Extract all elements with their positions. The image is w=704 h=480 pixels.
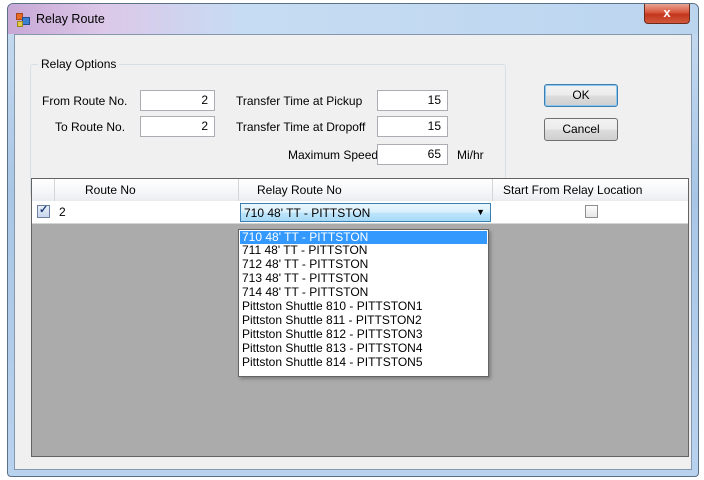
to-route-field[interactable]: 2 — [140, 116, 215, 137]
to-route-label: To Route No. — [55, 120, 126, 134]
app-icon[interactable] — [16, 13, 30, 27]
start-from-relay-checkbox[interactable] — [585, 205, 598, 218]
title-bar[interactable]: Relay Route x — [8, 4, 698, 34]
transfer-dropoff-label: Transfer Time at Dropoff — [236, 120, 366, 134]
chevron-down-icon[interactable]: ▼ — [476, 207, 485, 217]
max-speed-unit: Mi/hr — [457, 148, 484, 162]
max-speed-label: Maximum Speed — [288, 148, 379, 162]
dropdown-option-714[interactable]: 714 48' TT - PITTSTON — [240, 286, 487, 299]
checkmark-icon: ✓ — [39, 204, 49, 216]
window-title: Relay Route — [36, 12, 105, 26]
grid-header-start-from-relay[interactable]: Start From Relay Location — [493, 179, 688, 201]
dropdown-option-712[interactable]: 712 48' TT - PITTSTON — [240, 258, 487, 271]
grid-header: Route No Relay Route No Start From Relay… — [32, 179, 688, 202]
row-route-no[interactable]: 2 — [59, 205, 66, 219]
dropdown-option-711[interactable]: 711 48' TT - PITTSTON — [240, 244, 487, 257]
max-speed-field[interactable]: 65 — [377, 144, 448, 165]
from-route-label: From Route No. — [42, 94, 128, 108]
relay-route-combo[interactable]: 710 48' TT - PITTSTON ▼ — [240, 203, 491, 222]
relay-route-dropdown-list[interactable]: 710 48' TT - PITTSTON 711 48' TT - PITTS… — [238, 229, 489, 377]
row-select-checkbox[interactable]: ✓ — [37, 204, 50, 218]
dropdown-option-shuttle-812[interactable]: Pittston Shuttle 812 - PITTSTON3 — [240, 328, 487, 341]
grid-header-select — [32, 179, 55, 201]
dropdown-option-713[interactable]: 713 48' TT - PITTSTON — [240, 272, 487, 285]
close-button[interactable]: x — [644, 4, 690, 24]
dropdown-option-shuttle-811[interactable]: Pittston Shuttle 811 - PITTSTON2 — [240, 314, 487, 327]
dropdown-option-shuttle-814[interactable]: Pittston Shuttle 814 - PITTSTON5 — [240, 356, 487, 369]
dropdown-option-shuttle-813[interactable]: Pittston Shuttle 813 - PITTSTON4 — [240, 342, 487, 355]
relay-route-combo-value: 710 48' TT - PITTSTON — [244, 206, 371, 220]
dropdown-option-shuttle-810[interactable]: Pittston Shuttle 810 - PITTSTON1 — [240, 300, 487, 313]
transfer-dropoff-field[interactable]: 15 — [377, 116, 448, 137]
cancel-button[interactable]: Cancel — [544, 118, 618, 141]
transfer-pickup-label: Transfer Time at Pickup — [236, 94, 363, 108]
ok-button[interactable]: OK — [544, 84, 618, 107]
grid-header-relay-route[interactable]: Relay Route No — [239, 179, 493, 201]
table-row[interactable]: ✓ 2 710 48' TT - PITTSTON ▼ — [32, 201, 688, 224]
grid-header-route-no[interactable]: Route No — [55, 179, 239, 201]
from-route-field[interactable]: 2 — [140, 90, 215, 111]
relay-options-legend: Relay Options — [38, 57, 120, 71]
transfer-pickup-field[interactable]: 15 — [377, 90, 448, 111]
close-icon: x — [663, 5, 671, 20]
